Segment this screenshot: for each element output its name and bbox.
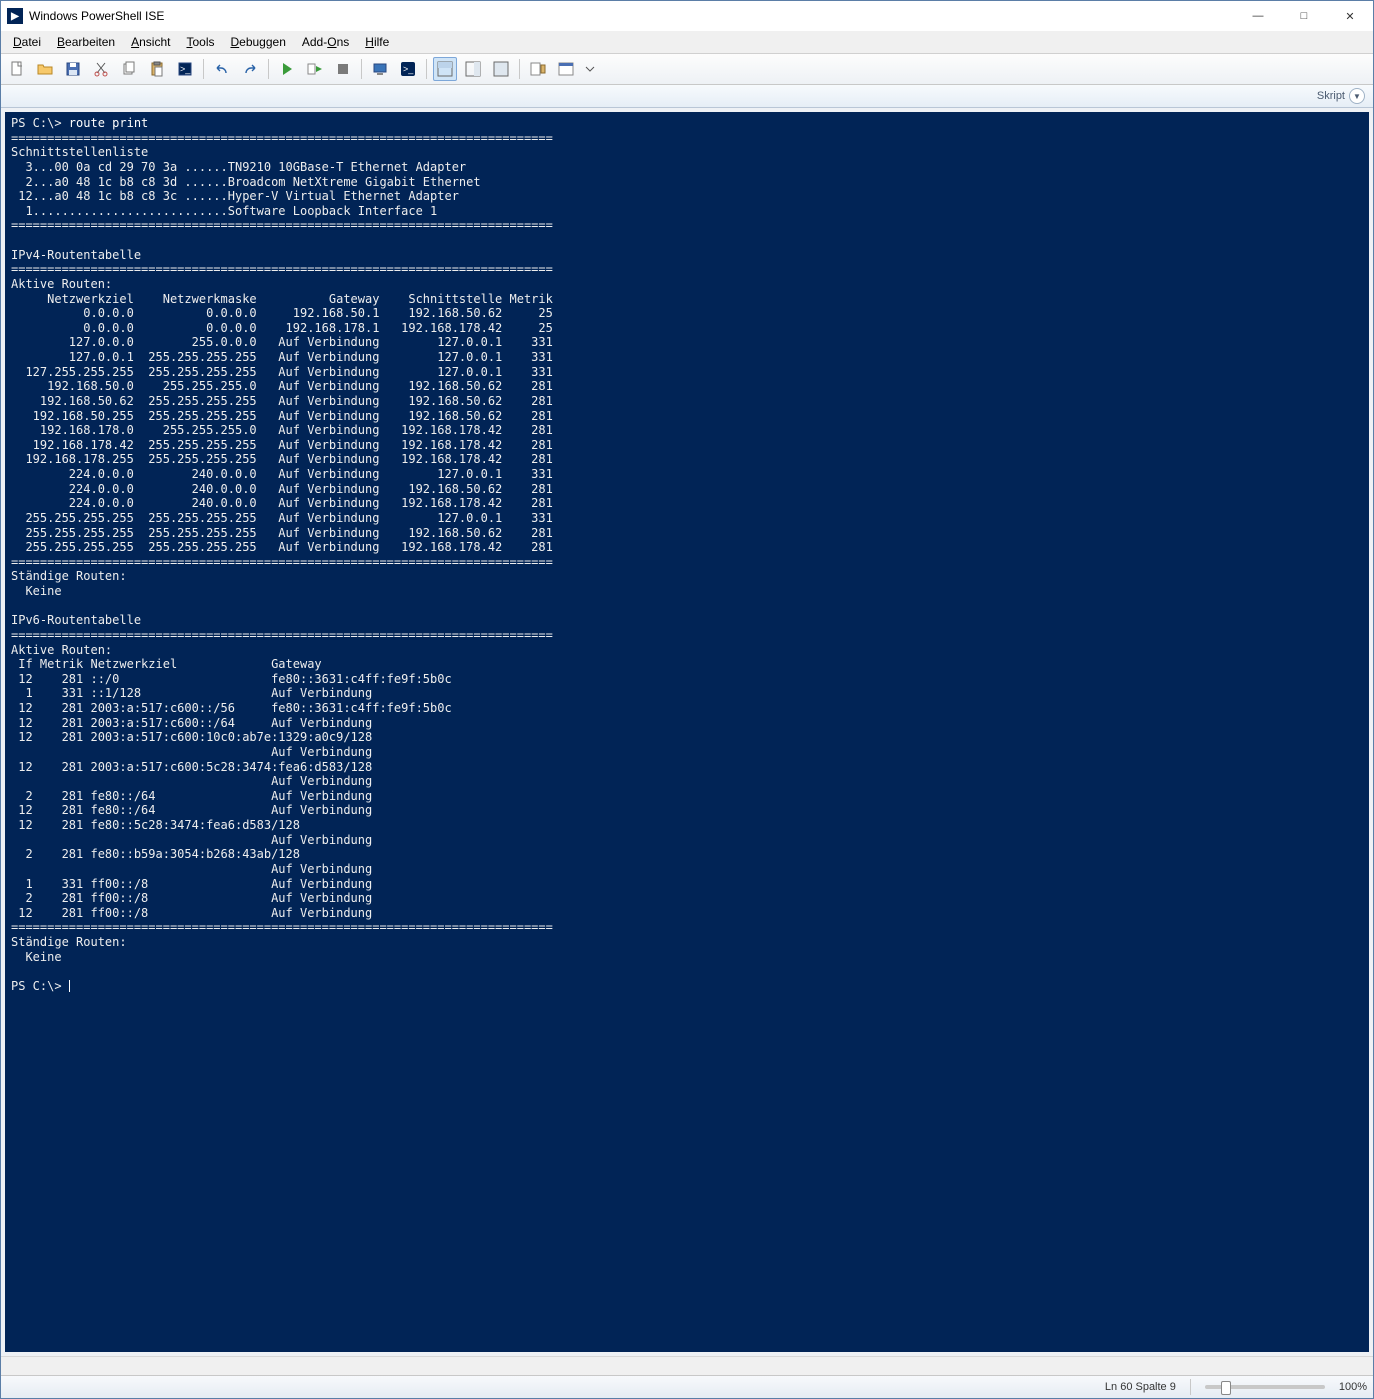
- undo-button[interactable]: [210, 57, 234, 81]
- statusbar: Ln 60 Spalte 9 100%: [1, 1375, 1373, 1398]
- separator-icon: [1190, 1379, 1191, 1395]
- zoom-slider[interactable]: [1205, 1385, 1325, 1389]
- new-remote-tab-button[interactable]: [368, 57, 392, 81]
- new-file-button[interactable]: [5, 57, 29, 81]
- menu-hilfe[interactable]: Hilfe: [357, 33, 397, 51]
- show-script-top-button[interactable]: [433, 57, 457, 81]
- separator-icon: [268, 59, 269, 79]
- menu-ansicht[interactable]: Ansicht: [123, 33, 178, 51]
- menu-label: nsicht: [139, 35, 170, 49]
- paste-button[interactable]: [145, 57, 169, 81]
- window-title: Windows PowerShell ISE: [29, 9, 1235, 23]
- slider-track: [1205, 1385, 1325, 1389]
- maximize-button[interactable]: □: [1281, 1, 1327, 31]
- chevron-down-icon: ▼: [1349, 88, 1365, 104]
- menu-label: ilfe: [374, 35, 389, 49]
- menu-addons[interactable]: Add-Ons: [294, 33, 357, 51]
- menu-label: atei: [22, 35, 41, 49]
- console-pane[interactable]: PS C:\> route print ====================…: [5, 112, 1369, 1352]
- script-pane-header: Skript ▼: [1, 85, 1373, 108]
- app-window: ▶ Windows PowerShell ISE — □ ✕ Datei Bea…: [0, 0, 1374, 1399]
- open-file-button[interactable]: [33, 57, 57, 81]
- separator-icon: [203, 59, 204, 79]
- slider-thumb[interactable]: [1221, 1381, 1231, 1395]
- save-button[interactable]: [61, 57, 85, 81]
- script-toggle[interactable]: Skript ▼: [1317, 88, 1365, 104]
- run-selection-button[interactable]: [303, 57, 327, 81]
- stop-button[interactable]: [331, 57, 355, 81]
- app-icon: ▶: [7, 8, 23, 24]
- toolbar: >_ >_: [1, 54, 1373, 85]
- menu-debuggen[interactable]: Debuggen: [222, 33, 293, 51]
- clear-console-button[interactable]: >_: [173, 57, 197, 81]
- show-script-right-button[interactable]: [461, 57, 485, 81]
- menu-tools[interactable]: Tools: [178, 33, 222, 51]
- show-command-window-button[interactable]: [554, 57, 578, 81]
- zoom-value: 100%: [1339, 1381, 1367, 1393]
- menu-label: earbeiten: [65, 35, 115, 49]
- separator-icon: [519, 59, 520, 79]
- menu-label: ebuggen: [239, 35, 286, 49]
- menu-bearbeiten[interactable]: Bearbeiten: [49, 33, 123, 51]
- run-script-button[interactable]: [275, 57, 299, 81]
- svg-text:>_: >_: [403, 64, 414, 74]
- separator-icon: [426, 59, 427, 79]
- menu-label: ools: [192, 35, 214, 49]
- separator-icon: [361, 59, 362, 79]
- menu-label: Add-: [302, 35, 327, 49]
- titlebar: ▶ Windows PowerShell ISE — □ ✕: [1, 1, 1373, 31]
- start-powershell-button[interactable]: >_: [396, 57, 420, 81]
- cut-button[interactable]: [89, 57, 113, 81]
- svg-text:>_: >_: [180, 64, 191, 74]
- script-label: Skript: [1317, 90, 1345, 102]
- cursor-position: Ln 60 Spalte 9: [1105, 1381, 1176, 1393]
- copy-button[interactable]: [117, 57, 141, 81]
- redo-button[interactable]: [238, 57, 262, 81]
- menu-label: ns: [337, 35, 350, 49]
- horizontal-scrollbar[interactable]: [1, 1356, 1373, 1375]
- console-container: PS C:\> route print ====================…: [1, 108, 1373, 1356]
- toolbar-options-button[interactable]: [582, 57, 598, 81]
- show-command-addon-button[interactable]: [526, 57, 550, 81]
- menu-datei[interactable]: Datei: [5, 33, 49, 51]
- close-button[interactable]: ✕: [1327, 1, 1373, 31]
- menubar: Datei Bearbeiten Ansicht Tools Debuggen …: [1, 31, 1373, 54]
- show-script-maximized-button[interactable]: [489, 57, 513, 81]
- minimize-button[interactable]: —: [1235, 1, 1281, 31]
